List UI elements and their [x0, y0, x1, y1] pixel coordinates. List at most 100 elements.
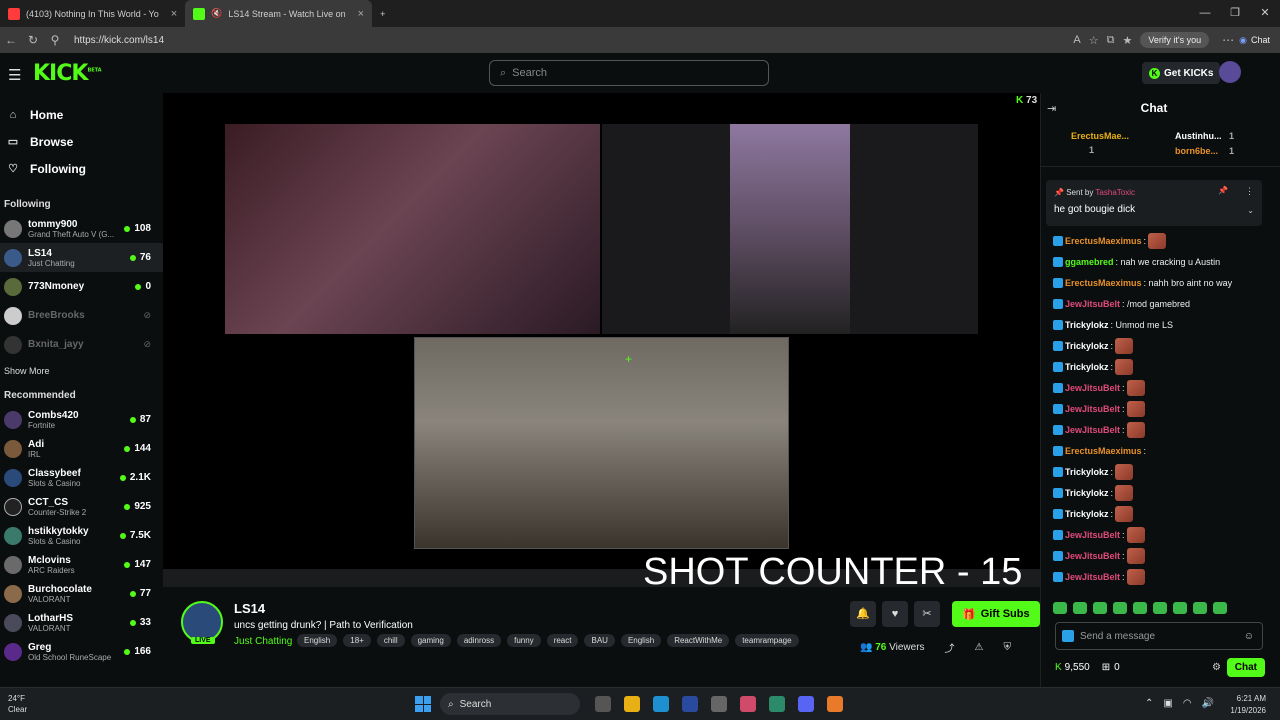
weather-widget[interactable]: 24°F Clear	[8, 693, 27, 715]
channel-item[interactable]: Burchocolate VALORANT 77	[0, 579, 163, 608]
tray-app-icon[interactable]: ▣	[1163, 698, 1172, 709]
wifi-icon[interactable]: ◠	[1183, 698, 1192, 709]
emote-icon[interactable]	[1133, 602, 1147, 614]
unpin-icon[interactable]: 📌	[1218, 186, 1228, 195]
chat-message[interactable]: ErectusMaeximus: nahh bro aint no way	[1041, 272, 1269, 293]
mute-icon[interactable]: 🔇	[211, 8, 222, 19]
gear-icon[interactable]: ⚙	[1212, 662, 1221, 673]
bell-icon[interactable]: 🔔	[850, 601, 876, 627]
send-chat-button[interactable]: Chat	[1226, 657, 1265, 677]
channel-item[interactable]: Adi IRL 144	[0, 434, 163, 463]
leaderboard-user[interactable]: born6be...	[1175, 146, 1218, 156]
chat-message[interactable]: JewJitsuBelt:	[1041, 566, 1269, 587]
pinned-message[interactable]: 📌 Sent by TashaToxic he got bougie dick …	[1046, 180, 1262, 226]
chat-username[interactable]: Trickylokz	[1065, 361, 1109, 373]
chat-message[interactable]: JewJitsuBelt:	[1041, 398, 1269, 419]
emote-icon[interactable]	[1073, 602, 1087, 614]
emoji-icon[interactable]: ☺	[1244, 631, 1254, 642]
tag[interactable]: react	[546, 634, 579, 647]
favorite-star-icon[interactable]: ☆	[1089, 34, 1099, 47]
tab-youtube[interactable]: (4103) Nothing In This World - Yo ×	[0, 0, 185, 27]
chat-message[interactable]: ggamebred: nah we cracking u Austin	[1041, 251, 1269, 272]
chat-username[interactable]: JewJitsuBelt	[1065, 298, 1120, 310]
get-kicks-button[interactable]: K Get KICKs	[1142, 62, 1221, 84]
edge-icon[interactable]	[653, 696, 669, 712]
app-icon[interactable]	[711, 696, 727, 712]
leaderboard-user[interactable]: Austinhu...	[1175, 131, 1222, 141]
report-icon[interactable]: ⚠	[975, 642, 984, 653]
tag[interactable]: funny	[507, 634, 541, 647]
chat-message[interactable]: Trickylokz:	[1041, 335, 1269, 356]
tag[interactable]: English	[620, 634, 662, 647]
tag[interactable]: chill	[376, 634, 405, 647]
channel-item[interactable]: Bxnita_jayy ⊘	[0, 330, 163, 359]
chat-message[interactable]: ErectusMaeximus:	[1041, 230, 1269, 251]
app-icon[interactable]	[769, 696, 785, 712]
chat-username[interactable]: JewJitsuBelt	[1065, 571, 1120, 583]
sidebar-item-home[interactable]: ⌂ Home	[0, 101, 163, 128]
read-aloud-icon[interactable]: A	[1073, 34, 1080, 47]
tag[interactable]: BAU	[584, 634, 615, 647]
emote-icon[interactable]	[1053, 602, 1067, 614]
user-avatar[interactable]	[1219, 61, 1241, 83]
channel-item[interactable]: Mclovins ARC Raiders 147	[0, 550, 163, 579]
chat-message[interactable]: JewJitsuBelt:	[1041, 377, 1269, 398]
tag[interactable]: gaming	[410, 634, 451, 647]
emote-icon[interactable]	[1213, 602, 1227, 614]
tag[interactable]: 18+	[343, 634, 371, 647]
chat-username[interactable]: ErectusMaeximus	[1065, 445, 1142, 457]
chat-username[interactable]: JewJitsuBelt	[1065, 403, 1120, 415]
chat-message[interactable]: Trickylokz:	[1041, 503, 1269, 524]
streamer-name[interactable]: LS14	[234, 601, 265, 616]
copilot-chat-button[interactable]: ◉ Chat	[1239, 35, 1270, 46]
chat-message[interactable]: ErectusMaeximus:	[1041, 440, 1269, 461]
chat-username[interactable]: Trickylokz	[1065, 487, 1109, 499]
emote-icon[interactable]	[1113, 602, 1127, 614]
mod-shield-icon[interactable]: ⛨	[1004, 642, 1012, 653]
channel-item[interactable]: CCT_CS Counter-Strike 2 925	[0, 492, 163, 521]
channel-item[interactable]: BreeBrooks ⊘	[0, 301, 163, 330]
chat-username[interactable]: ErectusMaeximus	[1065, 235, 1142, 247]
channel-item[interactable]: Greg Old School RuneScape 166	[0, 637, 163, 666]
taskbar-search[interactable]: ⌕ Search	[440, 693, 580, 715]
clip-icon[interactable]: ✂	[914, 601, 940, 627]
tag[interactable]: English	[297, 634, 338, 647]
chat-username[interactable]: JewJitsuBelt	[1065, 424, 1120, 436]
sidebar-item-following[interactable]: ♡ Following	[0, 155, 163, 182]
sidebar-item-browse[interactable]: ▭ Browse	[0, 128, 163, 155]
chat-message[interactable]: Trickylokz:	[1041, 461, 1269, 482]
reload-icon[interactable]: ↻	[22, 33, 44, 47]
app-icon[interactable]	[827, 696, 843, 712]
chat-username[interactable]: Trickylokz	[1065, 319, 1109, 331]
stream-category[interactable]: Just Chatting	[234, 636, 292, 647]
gift-subs-button[interactable]: 🎁 Gift Subs	[952, 601, 1040, 627]
chat-username[interactable]: ggamebred	[1065, 256, 1114, 268]
chat-username[interactable]: JewJitsuBelt	[1065, 550, 1120, 562]
chat-username[interactable]: ErectusMaeximus	[1065, 277, 1142, 289]
close-window-icon[interactable]: ✕	[1250, 0, 1280, 27]
close-icon[interactable]: ×	[171, 8, 177, 20]
app-icon[interactable]	[740, 696, 756, 712]
video-player[interactable]: + SHOT COUNTER - 15 K 73	[163, 93, 1040, 593]
channel-item[interactable]: LotharHS VALORANT 33	[0, 608, 163, 637]
channel-item[interactable]: hstikkytokky Slots & Casino 7.5K	[0, 521, 163, 550]
tag[interactable]: ReactWithMe	[667, 634, 730, 647]
tab-kick[interactable]: 🔇 LS14 Stream - Watch Live on ×	[185, 0, 373, 27]
channel-item[interactable]: 773Nmoney 0	[0, 272, 163, 301]
kick-logo[interactable]: KICKBETA	[33, 61, 102, 86]
maximize-icon[interactable]: ❐	[1220, 0, 1250, 27]
chat-username[interactable]: Trickylokz	[1065, 340, 1109, 352]
channel-item[interactable]: LS14 Just Chatting 76	[0, 243, 163, 272]
emote-icon[interactable]	[1173, 602, 1187, 614]
emote-icon[interactable]	[1093, 602, 1107, 614]
emote-icon[interactable]	[1193, 602, 1207, 614]
channel-item[interactable]: tommy900 Grand Theft Auto V (G... 108	[0, 214, 163, 243]
chat-message[interactable]: JewJitsuBelt:	[1041, 419, 1269, 440]
menu-dots-icon[interactable]: ⋯	[1217, 33, 1239, 47]
collections-icon[interactable]: ★	[1123, 34, 1133, 47]
task-view-icon[interactable]	[595, 696, 611, 712]
profile-verify-button[interactable]: Verify it's you	[1140, 32, 1210, 48]
chat-message-input[interactable]: Send a message ☺	[1055, 622, 1263, 650]
back-icon[interactable]: ←	[0, 33, 22, 47]
tag[interactable]: adinross	[456, 634, 502, 647]
